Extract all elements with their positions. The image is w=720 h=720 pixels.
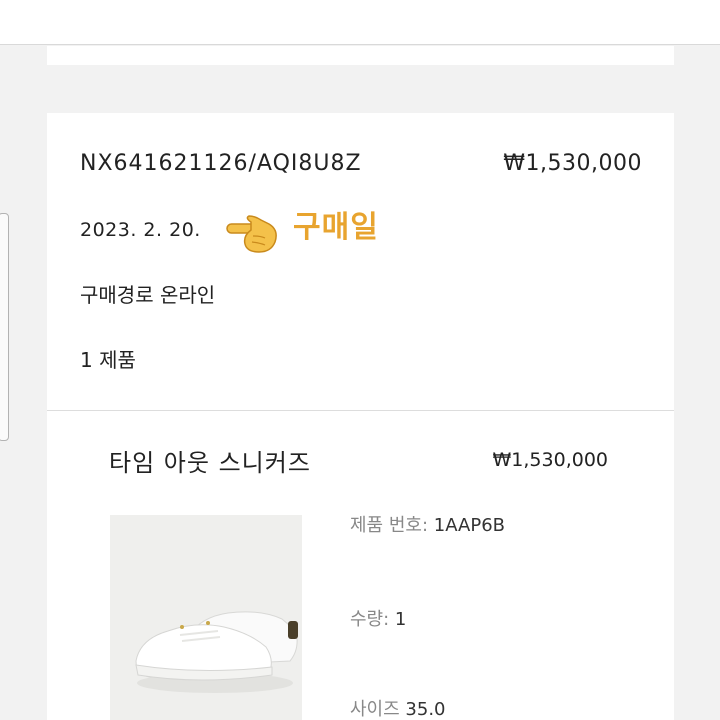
side-scroll-handle[interactable]	[0, 213, 9, 441]
sneaker-image-icon	[110, 515, 302, 720]
top-bar	[0, 0, 720, 45]
product-size: 사이즈 35.0	[350, 701, 446, 719]
product-name[interactable]: 타임 아웃 스니커즈	[109, 451, 311, 475]
size-label: 사이즈	[350, 699, 400, 720]
pointing-hand-icon	[226, 215, 277, 253]
previous-card-edge	[47, 46, 674, 65]
product-code: 제품 번호: 1AAP6B	[350, 517, 505, 535]
purchase-date: 2023. 2. 20.	[80, 219, 201, 241]
order-summary-card[interactable]: NX641621126/AQI8U8Z ₩1,530,000 2023. 2. …	[47, 113, 674, 410]
product-price: ₩1,530,000	[492, 449, 608, 471]
size-value: 35.0	[405, 699, 446, 720]
purchase-channel: 구매경로 온라인	[80, 283, 216, 307]
product-code-label: 제품 번호:	[350, 515, 429, 536]
purchase-date-annotation: 구매일	[293, 210, 379, 245]
order-number: NX641621126/AQI8U8Z	[80, 151, 362, 176]
product-quantity: 수량: 1	[350, 611, 406, 629]
quantity-label: 수량:	[350, 609, 390, 630]
product-code-value: 1AAP6B	[433, 515, 506, 536]
quantity-value: 1	[394, 609, 407, 630]
product-image[interactable]	[110, 515, 302, 720]
order-item-card[interactable]: 타임 아웃 스니커즈 ₩1,530,000 제품 번호: 1AAP6B 수량: …	[47, 411, 674, 720]
order-total-price: ₩1,530,000	[503, 151, 642, 176]
item-count: 1 제품	[80, 348, 136, 372]
